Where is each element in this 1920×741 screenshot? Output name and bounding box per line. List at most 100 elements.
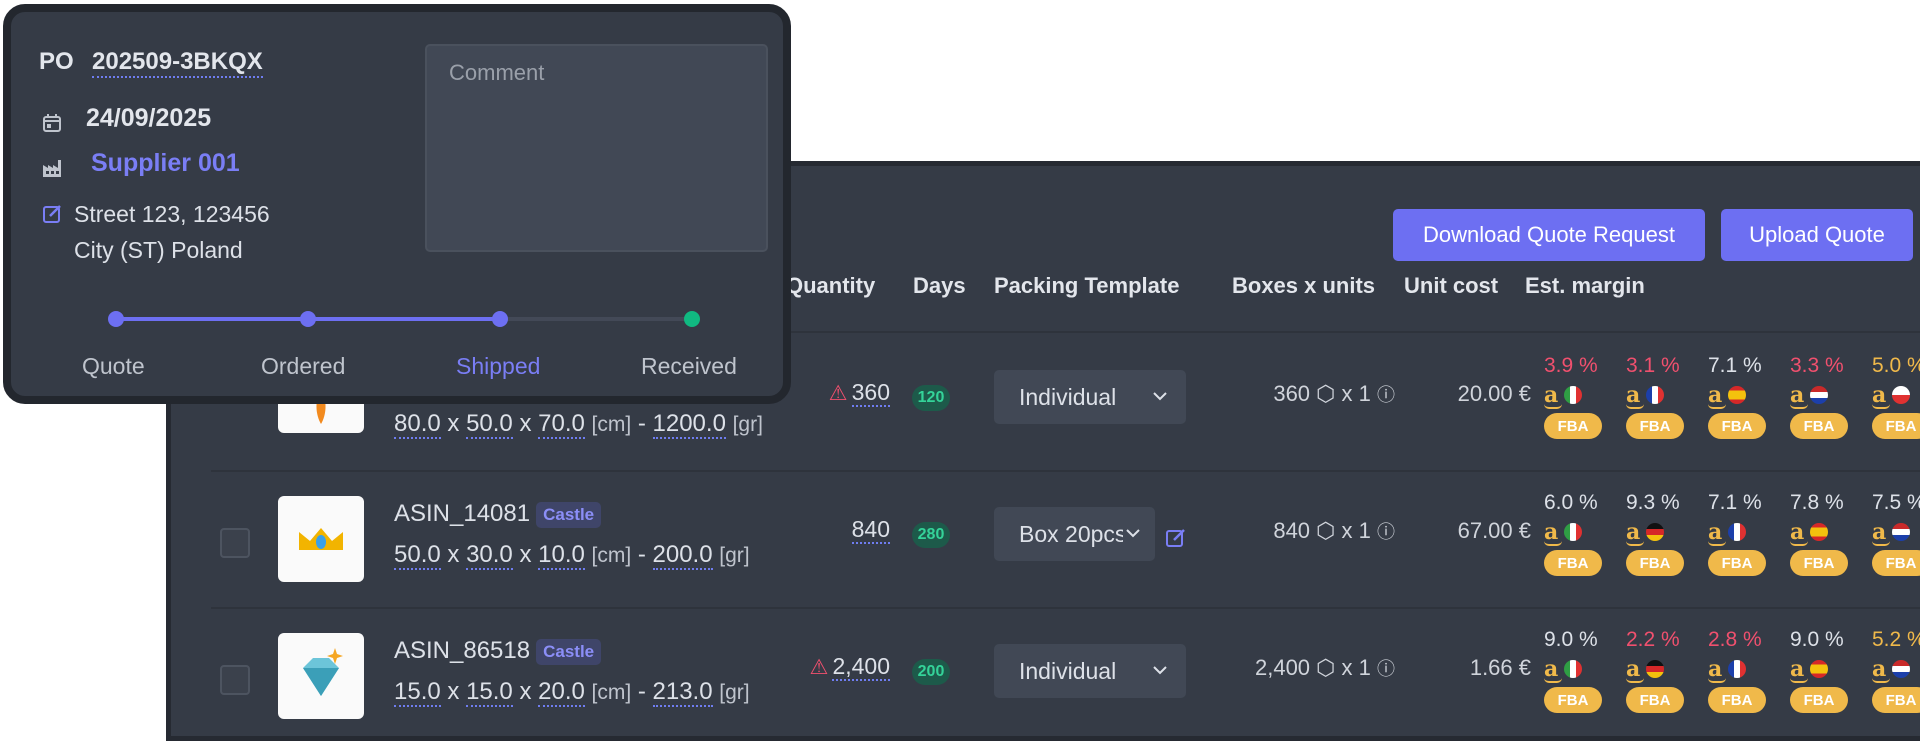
packing-template-value: Box 20pcs: [1019, 520, 1127, 547]
supplier-link[interactable]: Supplier 001: [91, 149, 240, 178]
packing-template-select[interactable]: Individual: [994, 370, 1186, 424]
box-icon: ⬡: [1316, 518, 1336, 543]
width-value[interactable]: 30.0: [466, 541, 513, 570]
brand-tag[interactable]: Castle: [536, 501, 602, 528]
column-header-packing-template[interactable]: Packing Template: [994, 273, 1179, 299]
column-header-boxes-units[interactable]: Boxes x units: [1232, 273, 1375, 299]
quantity-value[interactable]: 2,400: [832, 653, 890, 681]
edit-icon[interactable]: [1165, 527, 1187, 549]
france-flag-icon: [1728, 660, 1747, 678]
upload-quote-button[interactable]: Upload Quote: [1721, 209, 1913, 261]
margin-percent: 9.0 %: [1790, 628, 1844, 651]
help-icon[interactable]: ⓘ: [1377, 659, 1395, 679]
step-label-ordered[interactable]: Ordered: [261, 353, 345, 380]
amazon-icon: a: [1872, 519, 1891, 546]
height-value[interactable]: 10.0: [538, 541, 585, 570]
column-header-days[interactable]: Days: [913, 273, 966, 299]
italy-flag-icon: [1564, 523, 1583, 541]
packing-template-select[interactable]: Individual: [994, 644, 1186, 698]
fba-badge: FBA: [1626, 687, 1684, 713]
step-dot-quote[interactable]: [108, 311, 124, 327]
amazon-icon: a: [1544, 656, 1563, 683]
margin-item: 9.0 % a FBA: [1790, 628, 1852, 713]
product-thumbnail[interactable]: [278, 633, 364, 719]
margin-percent: 5.2 %: [1872, 628, 1920, 651]
unit-cost: 20.00 €: [1457, 381, 1531, 406]
fba-badge: FBA: [1790, 550, 1848, 576]
quantity-value[interactable]: 840: [851, 516, 890, 544]
france-flag-icon: [1646, 386, 1665, 404]
length-value[interactable]: 80.0: [394, 410, 441, 439]
amazon-icon: a: [1708, 519, 1727, 546]
margin-item: 7.8 % a FBA: [1790, 491, 1852, 576]
france-flag-icon: [1728, 523, 1747, 541]
po-details-popover: PO 202509-3BKQX 24/09/2025 Supplier 001 …: [3, 4, 791, 404]
brand-tag[interactable]: Castle: [536, 638, 602, 665]
fba-badge: FBA: [1790, 687, 1848, 713]
boxes-units-cell: 2,400 ⬡ x 1 ⓘ: [1225, 655, 1395, 681]
comment-textarea[interactable]: Comment: [425, 44, 768, 252]
help-icon[interactable]: ⓘ: [1377, 522, 1395, 542]
poland-flag-icon: [1892, 386, 1911, 404]
netherlands-flag-icon: [1892, 523, 1911, 541]
height-value[interactable]: 20.0: [538, 678, 585, 707]
weight-unit: [gr]: [732, 413, 763, 436]
italy-flag-icon: [1564, 660, 1583, 678]
step-dot-received[interactable]: [684, 311, 700, 327]
step-label-shipped[interactable]: Shipped: [456, 353, 540, 380]
boxes-units-cell: 840 ⬡ x 1 ⓘ: [1225, 518, 1395, 544]
asin-value[interactable]: ASIN_86518: [394, 637, 530, 664]
length-value[interactable]: 15.0: [394, 678, 441, 707]
days-badge: 280: [912, 522, 950, 548]
box-count: 840: [1273, 518, 1311, 543]
step-label-received[interactable]: Received: [641, 353, 737, 380]
calendar-icon: [43, 114, 61, 132]
asin-label: ASIN_86518 Castle: [394, 637, 602, 665]
germany-flag-icon: [1646, 523, 1665, 541]
width-value[interactable]: 15.0: [466, 678, 513, 707]
width-value[interactable]: 50.0: [466, 410, 513, 439]
column-header-unit-cost[interactable]: Unit cost: [1404, 273, 1498, 299]
fba-badge: FBA: [1708, 687, 1766, 713]
crown-icon: [299, 528, 343, 550]
po-number[interactable]: 202509-3BKQX: [92, 48, 263, 78]
margin-item: 3.3 % a FBA: [1790, 354, 1852, 439]
margin-percent: 3.9 %: [1544, 354, 1598, 377]
quantity-cell: ⚠ 2,400: [770, 653, 890, 681]
step-dot-shipped[interactable]: [492, 311, 508, 327]
chevron-down-icon: [1123, 521, 1143, 545]
row-checkbox[interactable]: [220, 665, 250, 695]
step-label-quote[interactable]: Quote: [82, 353, 145, 380]
margin-percent: 7.1 %: [1708, 491, 1762, 514]
product-thumbnail[interactable]: [278, 496, 364, 582]
amazon-icon: a: [1544, 382, 1563, 409]
weight-value[interactable]: 1200.0: [652, 410, 726, 439]
help-icon[interactable]: ⓘ: [1377, 385, 1395, 405]
weight-value[interactable]: 200.0: [652, 541, 713, 570]
amazon-icon: a: [1626, 519, 1645, 546]
step-dot-ordered[interactable]: [300, 311, 316, 327]
packing-template-select[interactable]: Box 20pcs: [994, 507, 1155, 561]
fba-badge: FBA: [1708, 413, 1766, 439]
asin-value[interactable]: ASIN_14081: [394, 500, 530, 527]
amazon-icon: a: [1872, 382, 1891, 409]
length-unit: [cm]: [591, 681, 632, 704]
quantity-value[interactable]: 360: [851, 379, 890, 407]
row-checkbox[interactable]: [220, 528, 250, 558]
address-line-1: Street 123, 123456: [74, 201, 270, 227]
length-value[interactable]: 50.0: [394, 541, 441, 570]
margin-percent: 7.5 %: [1872, 491, 1920, 514]
height-value[interactable]: 70.0: [538, 410, 585, 439]
quantity-cell: 840: [770, 516, 890, 544]
margin-percent: 3.1 %: [1626, 354, 1680, 377]
packing-template-value: Individual: [1019, 657, 1117, 684]
amazon-icon: a: [1708, 656, 1727, 683]
column-header-est-margin[interactable]: Est. margin: [1525, 273, 1645, 299]
amazon-icon: a: [1790, 656, 1809, 683]
box-count: 360: [1273, 381, 1311, 406]
edit-address-icon[interactable]: [41, 203, 63, 225]
column-header-quantity[interactable]: Quantity: [786, 273, 875, 299]
download-quote-request-button[interactable]: Download Quote Request: [1393, 209, 1705, 261]
weight-value[interactable]: 213.0: [652, 678, 713, 707]
margin-percent: 9.0 %: [1544, 628, 1598, 651]
